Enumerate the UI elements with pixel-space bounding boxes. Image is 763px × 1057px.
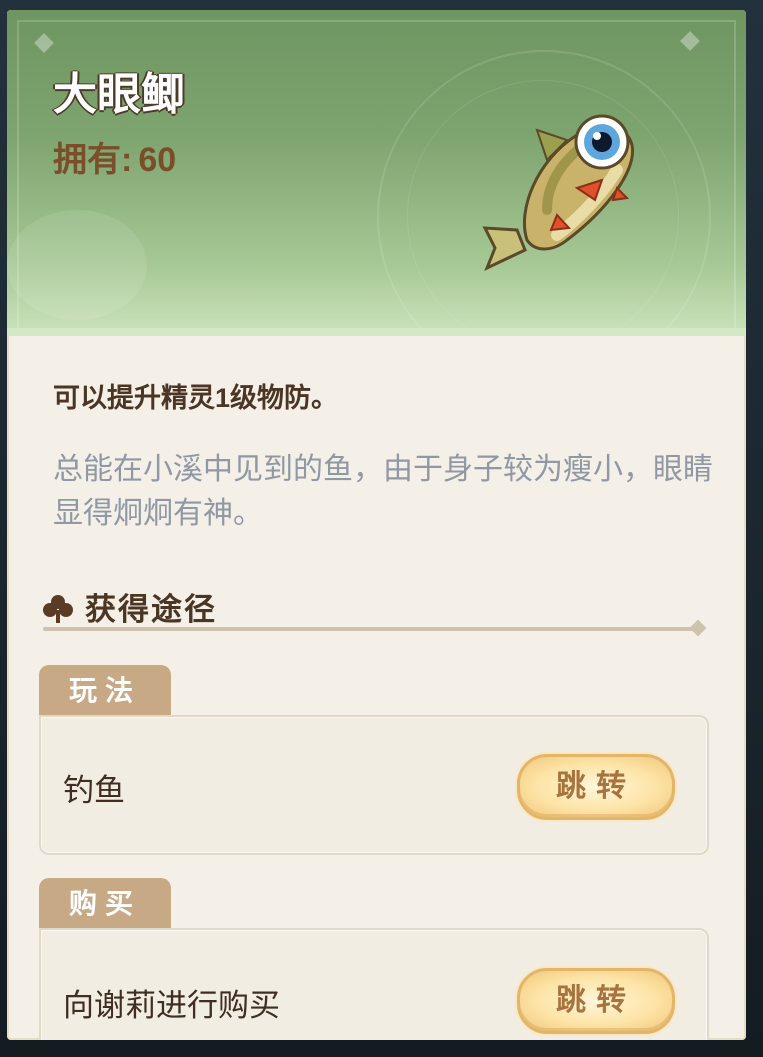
tab-purchase: 购买 [39, 878, 171, 930]
item-flavor-text: 总能在小溪中见到的鱼，由于身子较为瘦小，眼睛显得炯炯有神。 [53, 453, 713, 530]
heart-ornament [7, 210, 147, 320]
obtain-section-title: 获得途径 [85, 592, 217, 627]
fish-icon [482, 114, 635, 271]
item-detail-panel: 大眼鲫 拥有: 60 可以提升精灵1级物防。 总能在小溪中见到的鱼，由于身子较为… [7, 10, 746, 1040]
obtain-method-label: 向谢莉进行购买 [63, 988, 280, 1023]
header-divider [7, 328, 746, 336]
clover-icon [43, 595, 73, 623]
owned-count: 拥有: 60 [53, 132, 176, 181]
item-effect: 可以提升精灵1级物防。 [53, 383, 339, 413]
owned-label: 拥有: [53, 141, 133, 179]
section-divider [43, 627, 699, 631]
item-header: 大眼鲫 拥有: 60 [7, 10, 746, 328]
jump-button-fishing[interactable]: 跳转 [517, 754, 675, 820]
item-name: 大眼鲫 [53, 70, 185, 119]
divider-end-ornament [689, 619, 707, 637]
obtain-method-label: 钓鱼 [63, 773, 125, 808]
owned-value: 60 [138, 141, 177, 179]
obtain-card-purchase: 向谢莉进行购买 跳转 [39, 928, 709, 1040]
jump-button-purchase[interactable]: 跳转 [517, 968, 675, 1034]
obtain-card-fishing: 钓鱼 跳转 [39, 715, 709, 855]
tab-gameplay: 玩法 [39, 665, 171, 717]
